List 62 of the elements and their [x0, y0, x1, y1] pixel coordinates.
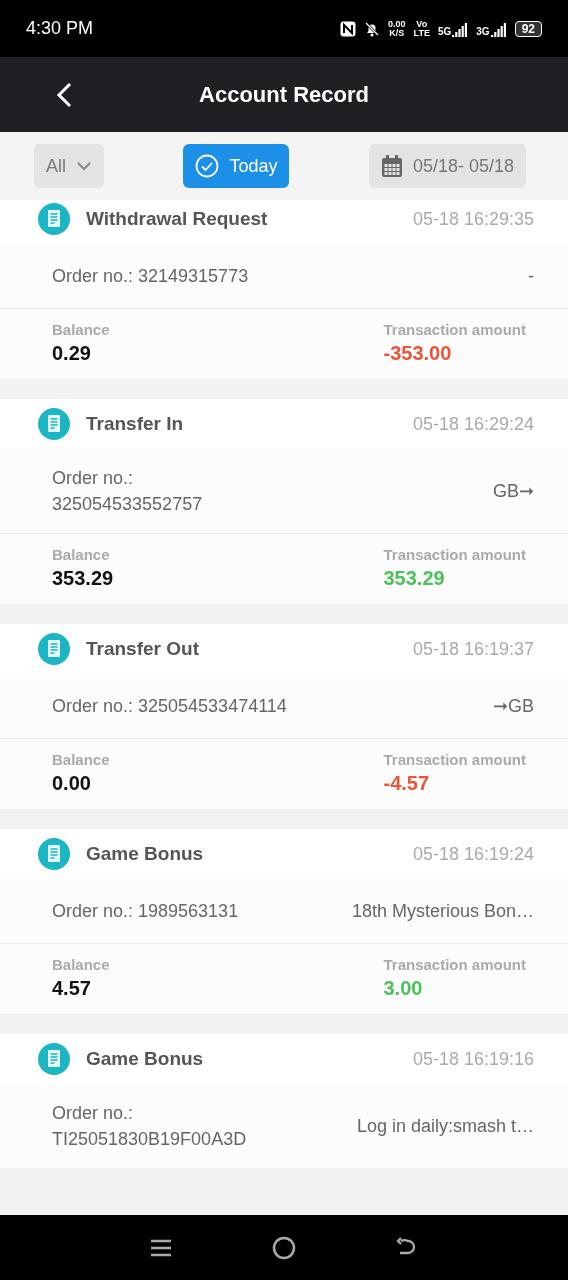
record-time: 05-18 16:19:24: [412, 843, 534, 865]
order-number: Order no.: 1989563131: [52, 900, 239, 923]
network-label: 3G: [476, 25, 490, 37]
balance-label: Balance: [52, 751, 110, 769]
order-number: Order no.: 325054533474114: [52, 695, 287, 718]
balance-value: 0.00: [52, 771, 91, 796]
network-label: 5G: [437, 25, 452, 37]
record-note: Log in daily:smash t…: [356, 1115, 534, 1138]
record-time: 05-18 16:29:35: [412, 208, 534, 230]
record-note: 18th Mysterious Bon…: [351, 900, 534, 923]
balance-label: Balance: [52, 321, 110, 339]
check-circle-icon: [195, 154, 220, 178]
net-speed: 0.00: [388, 19, 406, 29]
amount-label: Transaction amount: [383, 751, 526, 769]
battery-level: 92: [514, 20, 542, 37]
chevron-down-icon: [76, 161, 92, 171]
volte-label: Vo: [416, 19, 428, 29]
record-note: GB➞: [493, 480, 534, 503]
receipt-icon: [38, 408, 70, 440]
menu-button[interactable]: [150, 1237, 172, 1258]
amount-label: Transaction amount: [383, 546, 526, 564]
amount-value: 353.29: [383, 566, 445, 591]
net-speed-unit: K/S: [389, 28, 405, 38]
record-note: -: [528, 265, 534, 288]
receipt-icon: [38, 1043, 70, 1075]
balance-value: 0.29: [52, 341, 91, 366]
order-number: Order no.: 325054533552757: [52, 467, 204, 516]
receipt-icon: [38, 838, 70, 870]
record-time: 05-18 16:19:16: [412, 1048, 534, 1070]
clock-time: 4:30 PM: [26, 18, 94, 39]
signal-icon: [490, 20, 507, 37]
signal-icon: [452, 20, 469, 37]
balance-label: Balance: [52, 956, 110, 974]
record-note: ➞GB: [493, 695, 534, 718]
balance-value: 353.29: [52, 566, 114, 591]
record-title: Game Bonus: [86, 843, 205, 865]
balance-label: Balance: [52, 546, 110, 564]
filter-button[interactable]: Today: [183, 144, 290, 188]
calendar-icon: [380, 154, 403, 178]
order-number: Order no.: 32149315773: [52, 265, 249, 288]
amount-label: Transaction amount: [383, 321, 526, 339]
filter-dropdown[interactable]: All: [34, 144, 104, 188]
amount-value: -4.57: [383, 771, 430, 796]
amount-value: -353.00: [383, 341, 452, 366]
home-button[interactable]: [272, 1235, 296, 1260]
record-time: 05-18 16:19:37: [412, 638, 534, 660]
record-time: 05-18 16:29:24: [412, 413, 534, 435]
amount-label: Transaction amount: [383, 956, 526, 974]
record-title: Transfer In: [86, 413, 185, 435]
order-number: Order no.: TI25051830B19F00A3D: [52, 1102, 248, 1151]
nfc-icon: [340, 20, 357, 37]
muted-bell-icon: [364, 20, 381, 37]
receipt-icon: [38, 633, 70, 665]
record-title: Withdrawal Request: [86, 208, 269, 230]
amount-value: 3.00: [383, 976, 423, 1001]
record-title: Transfer Out: [86, 638, 200, 660]
balance-value: 4.57: [52, 976, 91, 1001]
date-range-button[interactable]: 05/18- 05/18: [368, 144, 526, 188]
receipt-icon: [38, 203, 70, 235]
volte-label: LTE: [413, 28, 430, 38]
page-title: Account Record: [199, 81, 369, 108]
record-title: Game Bonus: [86, 1048, 205, 1070]
